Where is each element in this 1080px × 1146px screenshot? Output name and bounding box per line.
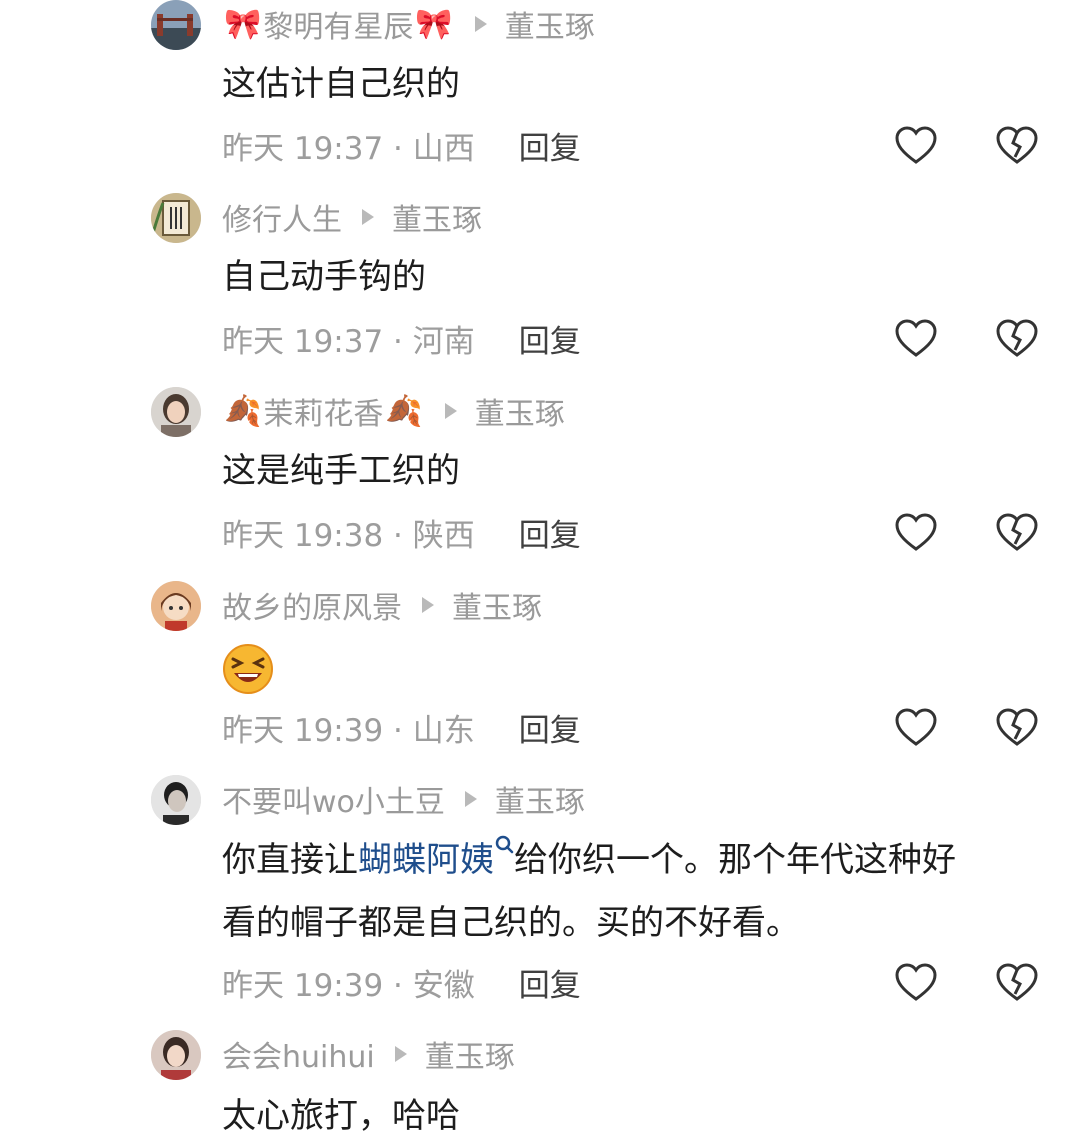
bow-icon: 🎀 <box>224 6 262 42</box>
broken-heart-icon[interactable] <box>995 125 1039 165</box>
time-location: 昨天 19:39 · 山东 <box>222 712 475 749</box>
reply-button[interactable]: 回复 <box>519 316 581 361</box>
reply-button[interactable]: 回复 <box>519 705 581 750</box>
reply-to-username[interactable]: 董玉琢 <box>475 389 565 433</box>
time-location: 昨天 19:39 · 安徽 <box>222 967 475 1004</box>
comment-text-part: 给你织一个。那个年代这种好 <box>514 840 956 880</box>
comment-header: 修行人生 董玉琢 <box>222 195 482 239</box>
username[interactable]: 不要叫wo小土豆 <box>222 777 445 821</box>
username[interactable]: 黎明有星辰 <box>263 2 413 46</box>
username[interactable]: 修行人生 <box>222 195 342 239</box>
comment-text <box>222 637 274 697</box>
comment-text: 太心旅打，哈哈 <box>222 1096 460 1136</box>
laughing-face-icon <box>223 643 273 694</box>
comment-text: 这估计自己织的 <box>222 64 460 104</box>
username[interactable]: 茉莉花香 <box>263 389 383 433</box>
comment-text-part: 你直接让 <box>222 840 358 880</box>
reply-arrow-icon <box>474 16 487 32</box>
reply-to-username[interactable]: 董玉琢 <box>452 583 542 627</box>
reply-to-username[interactable]: 董玉琢 <box>495 777 585 821</box>
time-location: 昨天 19:37 · 山西 <box>222 130 475 167</box>
time-location: 昨天 19:38 · 陕西 <box>222 517 475 554</box>
comment-header: 不要叫wo小土豆 董玉琢 <box>222 777 585 821</box>
heart-outline-icon[interactable] <box>894 962 938 1002</box>
heart-outline-icon[interactable] <box>894 318 938 358</box>
comment-meta: 昨天 19:38 · 陕西 回复 <box>222 507 581 557</box>
avatar[interactable] <box>151 1030 201 1080</box>
avatar[interactable] <box>151 193 201 243</box>
leaf-icon: 🍂 <box>224 393 262 429</box>
avatar[interactable] <box>151 581 201 631</box>
avatar[interactable] <box>151 775 201 825</box>
broken-heart-icon[interactable] <box>995 318 1039 358</box>
comment-text-line-2: 看的帽子都是自己织的。买的不好看。 <box>222 903 800 943</box>
comment-header: 故乡的原风景 董玉琢 <box>222 583 542 627</box>
comment-header: 🎀 黎明有星辰 🎀 董玉琢 <box>222 2 595 46</box>
broken-heart-icon[interactable] <box>995 512 1039 552</box>
comment-meta: 昨天 19:39 · 山东 回复 <box>222 702 581 752</box>
heart-outline-icon[interactable] <box>894 125 938 165</box>
bow-icon: 🎀 <box>415 6 453 42</box>
reply-arrow-icon <box>464 791 477 807</box>
comment-text: 自己动手钩的 <box>222 257 426 297</box>
reply-arrow-icon <box>444 403 457 419</box>
reply-arrow-icon <box>394 1046 407 1062</box>
reply-arrow-icon <box>422 597 434 613</box>
reply-arrow-icon <box>362 209 374 225</box>
reply-button[interactable]: 回复 <box>519 123 581 168</box>
reply-to-username[interactable]: 董玉琢 <box>392 195 482 239</box>
reply-button[interactable]: 回复 <box>519 960 581 1005</box>
search-link[interactable]: 蝴蝶阿姨 <box>358 840 494 880</box>
avatar[interactable] <box>151 387 201 437</box>
comment-text: 这是纯手工织的 <box>222 451 460 491</box>
reply-to-username[interactable]: 董玉琢 <box>505 2 595 46</box>
broken-heart-icon[interactable] <box>995 707 1039 747</box>
username[interactable]: 故乡的原风景 <box>222 583 402 627</box>
comment-text-line-1: 你直接让蝴蝶阿姨 给你织一个。那个年代这种好 <box>222 830 956 890</box>
comment-header: 🍂 茉莉花香 🍂 董玉琢 <box>222 389 565 433</box>
comment-header: 会会huihui 董玉琢 <box>222 1032 515 1076</box>
heart-outline-icon[interactable] <box>894 512 938 552</box>
comment-meta: 昨天 19:37 · 河南 回复 <box>222 313 581 363</box>
comment-meta: 昨天 19:39 · 安徽 回复 <box>222 957 581 1007</box>
search-icon[interactable] <box>494 834 514 858</box>
broken-heart-icon[interactable] <box>995 962 1039 1002</box>
reply-to-username[interactable]: 董玉琢 <box>425 1032 515 1076</box>
leaf-icon: 🍂 <box>385 393 423 429</box>
reply-button[interactable]: 回复 <box>519 510 581 555</box>
avatar[interactable] <box>151 0 201 50</box>
heart-outline-icon[interactable] <box>894 707 938 747</box>
username[interactable]: 会会huihui <box>222 1032 375 1076</box>
time-location: 昨天 19:37 · 河南 <box>222 323 475 360</box>
comment-meta: 昨天 19:37 · 山西 回复 <box>222 120 581 170</box>
